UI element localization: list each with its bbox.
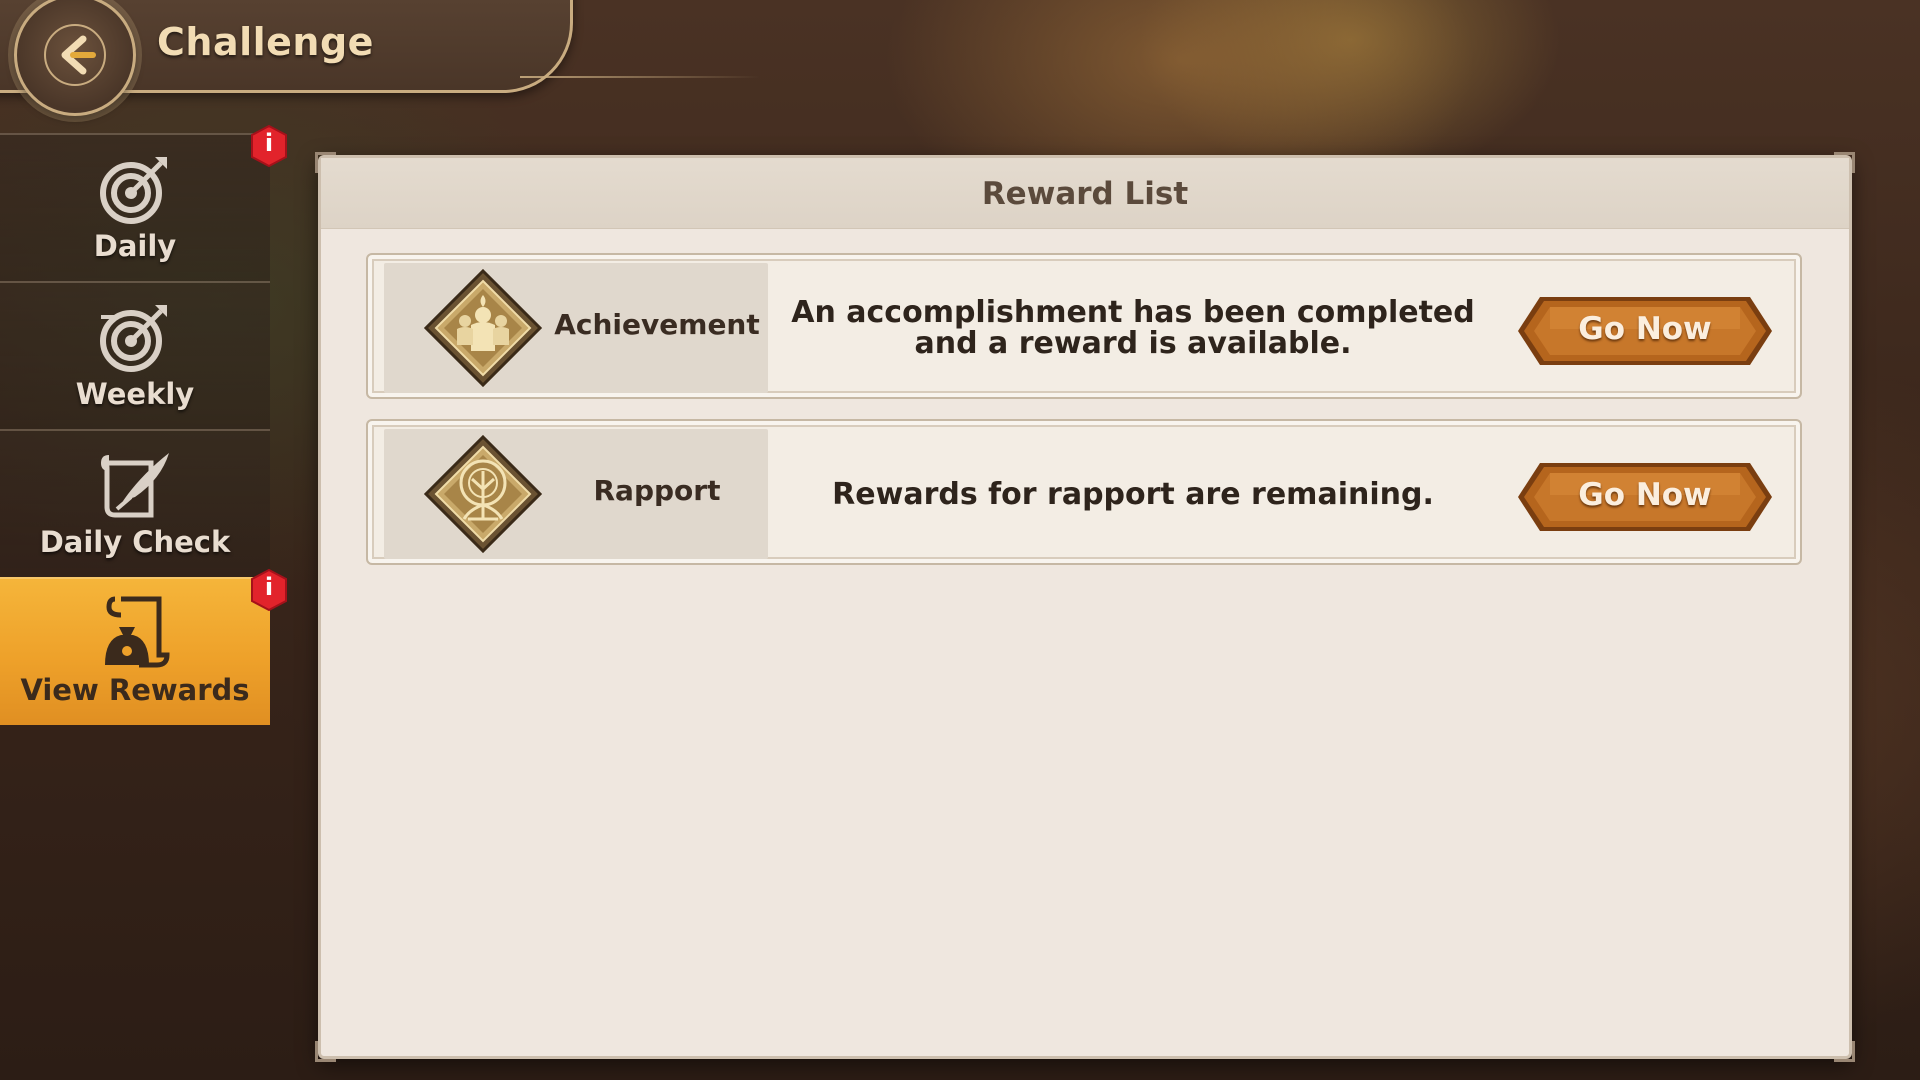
notification-badge: i <box>250 124 288 168</box>
panel-header: Reward List <box>321 158 1849 229</box>
go-now-label: Go Now <box>1578 311 1712 347</box>
reward-description: Rewards for rapport are remaining. <box>832 476 1434 512</box>
reward-icon-box: Rapport <box>384 429 768 559</box>
reward-scroll-icon <box>105 596 170 668</box>
reward-row-rapport: Rapport Rewards for rapport are remainin… <box>366 419 1802 565</box>
go-now-button[interactable]: Go Now <box>1504 293 1786 369</box>
notification-badge-label: i <box>264 573 274 601</box>
panel-title: Reward List <box>981 176 1189 212</box>
back-button[interactable] <box>14 0 136 116</box>
achievement-emblem-icon <box>424 269 542 387</box>
target-icon <box>100 157 167 224</box>
sidebar-item-daily-check[interactable]: Daily Check <box>0 429 270 577</box>
target-icon <box>100 305 167 372</box>
panel-corner-ornament <box>1834 1041 1855 1062</box>
sidebar-item-label: View Rewards <box>20 673 250 707</box>
sidebar-item-label: Weekly <box>75 377 195 411</box>
sidebar-item-weekly[interactable]: Weekly <box>0 281 270 429</box>
quill-scroll-icon <box>101 453 169 518</box>
sidebar-item-daily[interactable]: Daily i <box>0 124 287 281</box>
sidebar: Daily i Weekly Daily Check View Rewards … <box>0 124 287 725</box>
reward-name: Achievement <box>554 308 760 341</box>
reward-name: Rapport <box>593 474 721 507</box>
header-divider <box>520 76 760 78</box>
sidebar-item-label: Daily <box>93 229 177 263</box>
sidebar-item-label: Daily Check <box>39 525 231 559</box>
page-title: Challenge <box>157 20 374 64</box>
back-arrow-icon <box>44 24 106 86</box>
reward-row-achievement: Achievement An accomplishment has been c… <box>366 253 1802 399</box>
reward-list-panel: Reward List Achievement An accomplishmen… <box>315 152 1855 1062</box>
tree-emblem-icon <box>424 435 542 553</box>
go-now-label: Go Now <box>1578 477 1712 513</box>
notification-badge-label: i <box>264 129 274 157</box>
go-now-button[interactable]: Go Now <box>1504 459 1786 535</box>
sidebar-item-view-rewards[interactable]: View Rewards i <box>0 568 287 725</box>
panel-corner-ornament <box>315 1041 336 1062</box>
reward-description: An accomplishment has been completed and… <box>791 295 1475 361</box>
notification-badge: i <box>250 568 288 612</box>
reward-icon-box: Achievement <box>384 263 768 393</box>
